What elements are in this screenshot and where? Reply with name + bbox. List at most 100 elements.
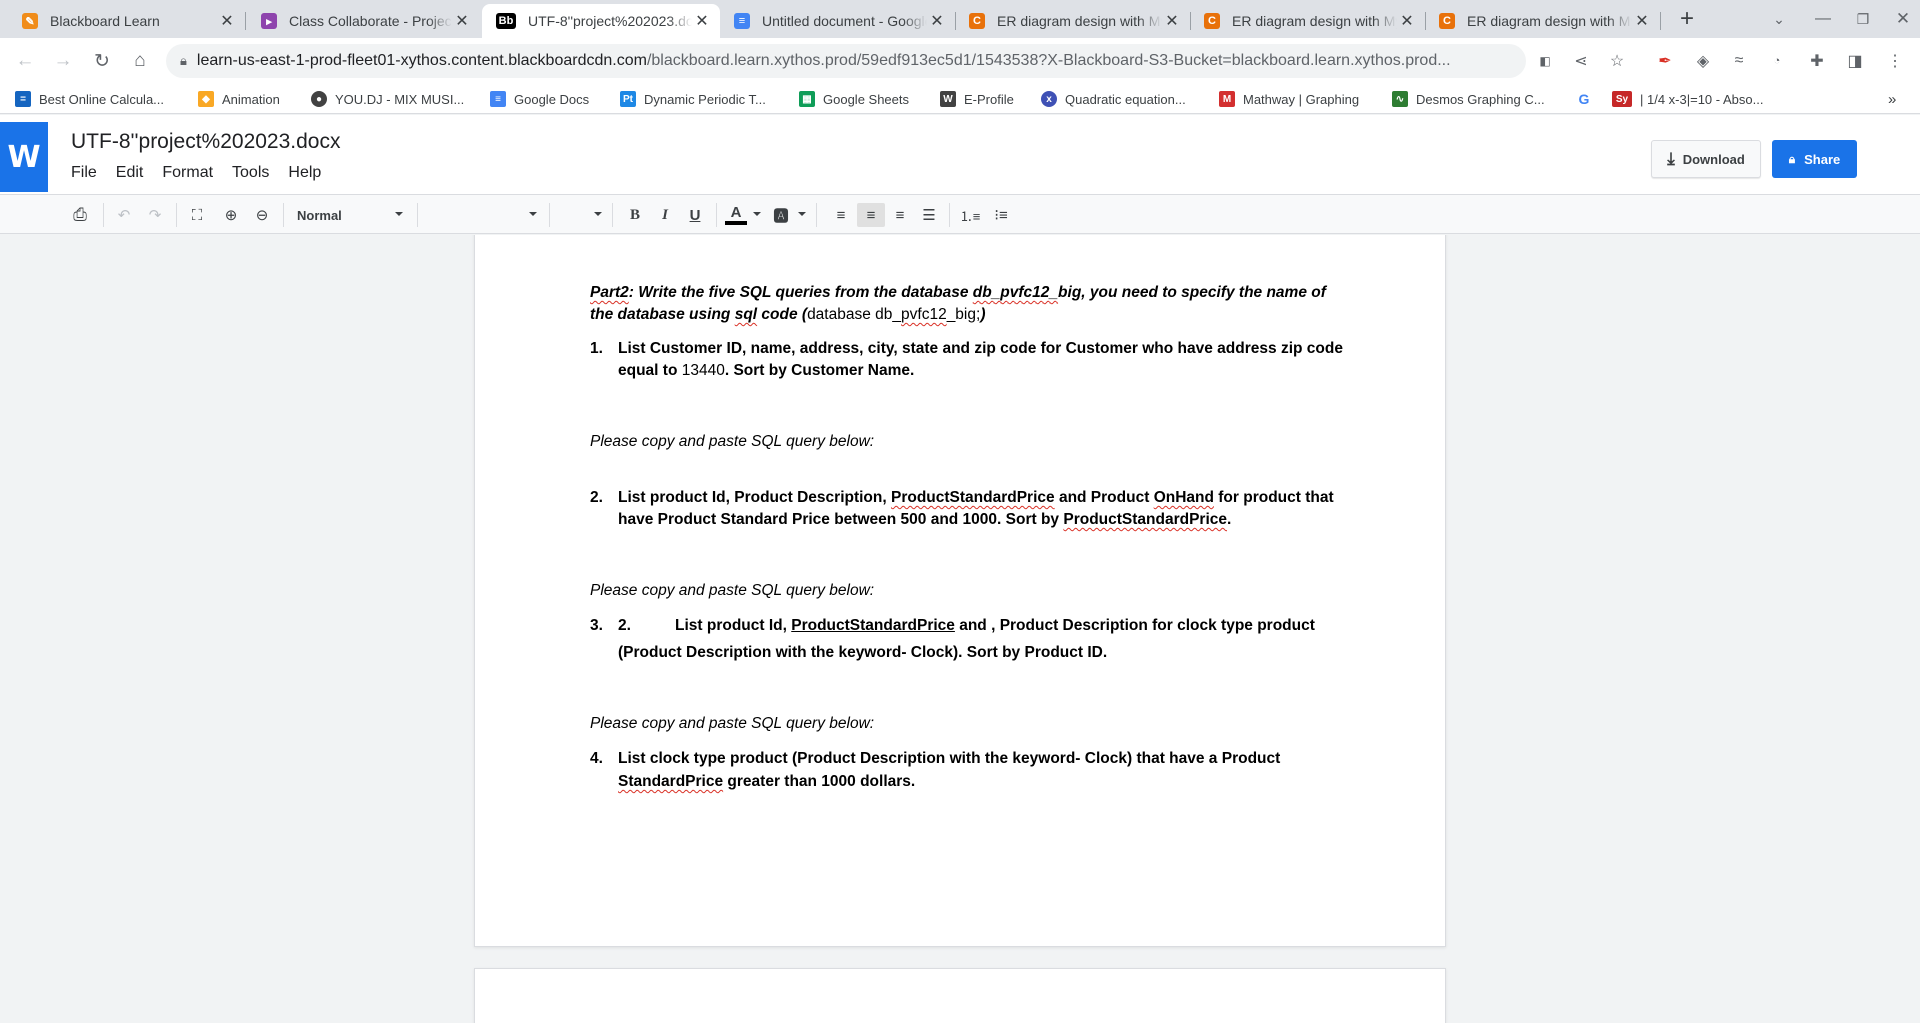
menu-format[interactable]: Format: [162, 164, 213, 182]
tab-active-docx[interactable]: Bb UTF-8''project%202023.docx ✕: [482, 4, 720, 38]
tab-er-diagram-3[interactable]: C ER diagram design with MySQL ✕: [1425, 4, 1660, 38]
close-icon[interactable]: ✕: [1632, 11, 1652, 31]
bold-icon[interactable]: B: [624, 203, 646, 227]
menu-help[interactable]: Help: [288, 164, 321, 182]
url-host: learn-us-east-1-prod-fleet01-xythos.cont…: [196, 52, 647, 69]
desmos-icon: ∿: [1392, 91, 1408, 107]
italic-icon[interactable]: I: [654, 203, 676, 227]
db-name: db_pvfc12_: [972, 284, 1059, 301]
bookmark-label: Quadratic equation...: [1065, 91, 1186, 107]
undo-icon[interactable]: ↶: [112, 203, 136, 227]
part2-heading-line1: Part2: Write the five SQL queries from t…: [590, 282, 1326, 304]
tab-er-diagram-2[interactable]: C ER diagram design with MySQL ✕: [1190, 4, 1425, 38]
align-right-icon[interactable]: ≡: [888, 203, 912, 227]
new-tab-button[interactable]: +: [1674, 5, 1700, 32]
tab-class-collaborate[interactable]: ▸ Class Collaborate - Project ✕: [245, 4, 480, 38]
extension-icon[interactable]: ◈: [1692, 50, 1714, 72]
bookmark-star-icon[interactable]: ☆: [1606, 50, 1628, 72]
tab-er-diagram-1[interactable]: C ER diagram design with MySQL ✕: [955, 4, 1190, 38]
reload-icon[interactable]: ↻: [89, 48, 115, 74]
bookmark-item[interactable]: Sy | 1/4 x-3|=10 - Abso...: [1612, 89, 1763, 109]
part2-label: Part2: [590, 284, 629, 301]
bookmark-item[interactable]: ∿ Desmos Graphing C...: [1392, 89, 1545, 109]
redo-icon[interactable]: ↷: [143, 203, 167, 227]
close-icon[interactable]: ✕: [927, 11, 947, 31]
q4-field: StandardPrice: [618, 773, 724, 790]
google-docs-icon: ≡: [734, 13, 750, 29]
chevron-down-icon: [798, 212, 806, 216]
bookmark-item[interactable]: ● YOU.DJ - MIX MUSI...: [311, 89, 464, 109]
bookmark-item[interactable]: Pt Dynamic Periodic T...: [620, 89, 766, 109]
fit-page-icon[interactable]: ⛶: [185, 203, 209, 227]
restore-window-icon[interactable]: ❐: [1850, 6, 1876, 32]
download-button[interactable]: ⤓ Download: [1651, 140, 1761, 178]
more-menu-icon[interactable]: ⋮: [1884, 50, 1906, 72]
lock-icon: 🔒︎: [1788, 151, 1796, 166]
q2-text: List product Id, Product Description,: [618, 489, 891, 506]
document-page-2: [474, 968, 1446, 1023]
print-icon[interactable]: ⎙: [68, 203, 92, 227]
menu-file[interactable]: File: [71, 164, 97, 182]
paragraph-style-dropdown[interactable]: Normal: [297, 202, 407, 228]
menu-tools[interactable]: Tools: [232, 164, 269, 182]
q1-text: . Sort by Customer Name.: [724, 362, 915, 379]
extension-icon[interactable]: ≈: [1728, 50, 1750, 72]
forward-arrow-icon[interactable]: →: [50, 48, 76, 74]
media-icon[interactable]: ◧: [1534, 50, 1556, 72]
align-center-icon[interactable]: ≡: [857, 203, 885, 227]
toolbar-separator: [716, 203, 717, 227]
url-path: /blackboard.learn.xythos.prod/59edf913ec…: [646, 52, 1451, 69]
bookmark-item[interactable]: ◆ Animation: [198, 89, 280, 109]
font-family-dropdown[interactable]: [424, 202, 544, 228]
align-left-icon[interactable]: ≡: [829, 203, 853, 227]
bulleted-list-icon[interactable]: ⁝≡: [989, 203, 1013, 227]
bookmark-item[interactable]: W E-Profile: [940, 89, 1014, 109]
justify-icon[interactable]: ☰: [917, 203, 941, 227]
db-statement: database db_: [807, 306, 902, 323]
tab-search-chevron-icon[interactable]: ⌄: [1766, 6, 1792, 32]
text-color-icon[interactable]: A: [725, 203, 747, 225]
calculator-icon: =: [15, 91, 31, 107]
bookmark-item[interactable]: ▦ Google Sheets: [799, 89, 909, 109]
menu-edit[interactable]: Edit: [116, 164, 144, 182]
tab-blackboard-learn[interactable]: ✎ Blackboard Learn ✕: [0, 4, 245, 38]
chevron-down-icon: [594, 212, 602, 216]
puzzle-extensions-icon[interactable]: ✚: [1806, 50, 1828, 72]
pen-extension-icon[interactable]: ✒: [1654, 50, 1676, 72]
highlight-color-icon[interactable]: 🅰︎: [770, 203, 792, 227]
tab-untitled-document[interactable]: ≡ Untitled document - Google Docs ✕: [720, 4, 955, 38]
bookmark-item[interactable]: = Best Online Calcula...: [15, 89, 164, 109]
db-statement: pvfc12: [901, 306, 947, 323]
close-window-icon[interactable]: ✕: [1890, 6, 1916, 32]
q3-line1: List product Id, ProductStandardPrice an…: [675, 615, 1315, 637]
lock-icon: 🔒︎: [180, 53, 187, 68]
bookmark-item[interactable]: G: [1576, 89, 1600, 109]
document-page: Part2: Write the five SQL queries from t…: [474, 235, 1446, 947]
bookmark-label: Google Docs: [514, 91, 590, 107]
more-bookmarks-icon[interactable]: »: [1888, 89, 1896, 109]
bookmark-item[interactable]: M Mathway | Graphing: [1219, 89, 1359, 109]
numbered-list-icon[interactable]: ⒈≡: [958, 203, 982, 227]
close-icon[interactable]: ✕: [692, 11, 712, 31]
side-panel-icon[interactable]: ◨: [1844, 50, 1866, 72]
address-bar[interactable]: 🔒︎ learn-us-east-1-prod-fleet01-xythos.c…: [166, 44, 1526, 78]
bookmark-item[interactable]: ≡ Google Docs: [490, 89, 589, 109]
extension-icon[interactable]: ◔: [1766, 50, 1788, 72]
share-button[interactable]: 🔒︎ Share: [1772, 140, 1857, 178]
close-icon[interactable]: ✕: [1162, 11, 1182, 31]
mathway-icon: M: [1219, 91, 1235, 107]
part2-text: : Write the five SQL queries from the da…: [628, 284, 973, 301]
close-icon[interactable]: ✕: [1397, 11, 1417, 31]
home-icon[interactable]: ⌂: [127, 48, 153, 74]
minimize-window-icon[interactable]: —: [1810, 6, 1836, 32]
blackboard-pencil-icon: ✎: [22, 13, 38, 29]
zoom-in-icon[interactable]: ⊕: [219, 203, 243, 227]
close-icon[interactable]: ✕: [217, 11, 237, 31]
zoom-out-icon[interactable]: ⊖: [250, 203, 274, 227]
close-icon[interactable]: ✕: [452, 11, 472, 31]
underline-icon[interactable]: U: [684, 203, 706, 227]
share-icon[interactable]: ⋖: [1570, 50, 1592, 72]
paste-instruction-3: Please copy and paste SQL query below:: [590, 715, 875, 732]
bookmark-item[interactable]: x Quadratic equation...: [1041, 89, 1186, 109]
back-arrow-icon[interactable]: ←: [12, 48, 38, 74]
